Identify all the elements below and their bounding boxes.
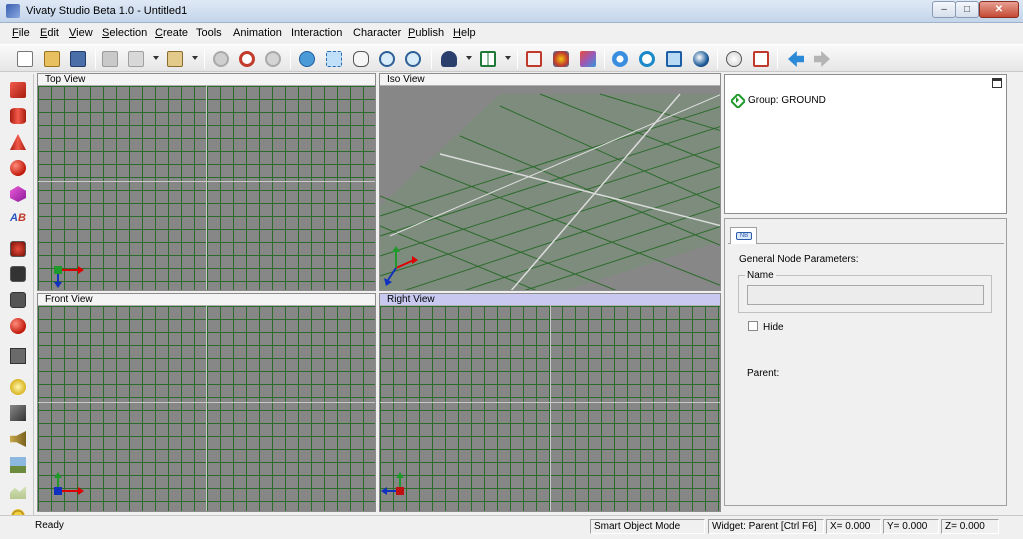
zoom-in-icon[interactable] xyxy=(376,48,398,70)
iso-grid xyxy=(380,86,720,290)
iso-axis-gizmo xyxy=(384,246,418,286)
group-node-icon xyxy=(731,94,745,108)
viewport-top-title: Top View xyxy=(38,74,375,86)
pan-hand-icon[interactable] xyxy=(350,48,372,70)
right-grid xyxy=(380,306,720,511)
menu-publish[interactable]: Publish xyxy=(408,27,444,39)
objects-icon[interactable] xyxy=(577,48,599,70)
copy-icon[interactable] xyxy=(125,48,147,70)
group-red-icon[interactable] xyxy=(8,239,28,259)
menu-animation[interactable]: Animation xyxy=(233,27,282,39)
repeat-icon[interactable] xyxy=(262,48,284,70)
axis-gizmo xyxy=(54,266,84,288)
name-label: Name xyxy=(745,270,776,281)
box-icon[interactable] xyxy=(8,80,28,100)
avatar-icon[interactable] xyxy=(438,48,460,70)
parent-label: Parent: xyxy=(747,368,780,379)
menu-create[interactable]: Create xyxy=(155,27,188,39)
menu-character[interactable]: Character xyxy=(353,27,401,39)
property-tabs: NB xyxy=(728,226,1004,244)
menu-interaction[interactable]: Interaction xyxy=(291,27,342,39)
open-folder-icon[interactable] xyxy=(41,48,63,70)
status-bar: Ready Smart Object Mode Widget: Parent [… xyxy=(0,515,1023,539)
cone-icon[interactable] xyxy=(8,132,28,152)
save-icon[interactable] xyxy=(67,48,89,70)
sphere-icon[interactable] xyxy=(8,158,28,178)
cut-icon[interactable] xyxy=(99,48,121,70)
title-bar: Vivaty Studio Beta 1.0 - Untitled1 – □ ✕ xyxy=(0,0,1023,23)
text-abc-icon[interactable]: AB xyxy=(8,208,28,228)
node-tab-icon: NB xyxy=(736,232,752,240)
light-icon[interactable] xyxy=(8,377,28,397)
light-bulb-icon[interactable] xyxy=(723,48,745,70)
zoom-region-icon[interactable] xyxy=(323,48,345,70)
app-icon xyxy=(6,4,20,18)
close-button[interactable]: ✕ xyxy=(979,1,1019,18)
menu-edit[interactable]: Edit xyxy=(40,27,59,39)
materials-icon[interactable] xyxy=(550,48,572,70)
status-mode: Smart Object Mode xyxy=(590,519,705,534)
group-gray-icon[interactable] xyxy=(8,290,28,310)
back-arrow-icon[interactable] xyxy=(785,48,807,70)
group-dark-icon[interactable] xyxy=(8,264,28,284)
front-axis-gizmo xyxy=(54,472,84,495)
menu-tools[interactable]: Tools xyxy=(196,27,222,39)
zoom-out-icon[interactable] xyxy=(402,48,424,70)
undo-icon[interactable] xyxy=(210,48,232,70)
status-y: Y= 0.000 xyxy=(883,519,939,534)
viewport-top[interactable]: Top View xyxy=(37,73,376,291)
panel-restore-icon[interactable] xyxy=(992,78,1002,88)
status-widget: Widget: Parent [Ctrl F6] xyxy=(708,519,824,534)
layout-grid-icon[interactable] xyxy=(477,48,499,70)
viewport-front-title: Front View xyxy=(38,294,375,306)
paste-icon[interactable] xyxy=(164,48,186,70)
main-toolbar xyxy=(0,44,1023,72)
name-field[interactable] xyxy=(747,285,984,305)
menu-file[interactable]: File xyxy=(12,27,30,39)
viewport-right-title: Right View xyxy=(380,294,720,306)
scene-tree-panel[interactable]: Group: GROUND xyxy=(724,74,1007,214)
group-tree-icon[interactable] xyxy=(8,346,28,366)
navigate-icon[interactable] xyxy=(296,48,318,70)
node-properties-panel: NB General Node Parameters: Name Hide Pa… xyxy=(724,218,1007,506)
section-title: General Node Parameters: xyxy=(739,254,859,265)
rotate-icon[interactable] xyxy=(636,48,658,70)
viewport-front[interactable]: Front View xyxy=(37,293,376,512)
new-file-icon[interactable] xyxy=(14,48,36,70)
move-icon[interactable] xyxy=(609,48,631,70)
publish-icon[interactable] xyxy=(750,48,772,70)
menu-bar: File Edit View Selection Create Tools An… xyxy=(0,23,1023,43)
window-title: Vivaty Studio Beta 1.0 - Untitled1 xyxy=(26,5,188,17)
background-icon[interactable] xyxy=(8,455,28,475)
tab-node[interactable]: NB xyxy=(730,227,757,244)
hide-checkbox[interactable] xyxy=(748,321,758,331)
status-z: Z= 0.000 xyxy=(941,519,999,534)
menu-view[interactable]: View xyxy=(69,27,93,39)
forward-arrow-icon[interactable] xyxy=(811,48,833,70)
red-ball-icon[interactable] xyxy=(8,316,28,336)
right-axis-gizmo xyxy=(381,472,404,495)
viewport-iso[interactable]: Iso View xyxy=(379,73,721,291)
render-icon[interactable] xyxy=(523,48,545,70)
viewport-iso-title: Iso View xyxy=(380,74,720,86)
tree-item-label: Group: GROUND xyxy=(748,95,826,106)
cylinder-icon[interactable] xyxy=(8,106,28,126)
spotlight-icon[interactable] xyxy=(8,403,28,423)
status-x: X= 0.000 xyxy=(826,519,881,534)
redo-icon[interactable] xyxy=(236,48,258,70)
maximize-button[interactable]: □ xyxy=(955,1,979,18)
minimize-button[interactable]: – xyxy=(932,1,956,18)
viewport-right[interactable]: Right View xyxy=(379,293,721,512)
status-ready: Ready xyxy=(35,520,64,531)
polyhedron-icon[interactable] xyxy=(8,184,28,204)
scale-icon[interactable] xyxy=(663,48,685,70)
terrain-icon[interactable] xyxy=(8,481,28,501)
menu-help[interactable]: Help xyxy=(453,27,476,39)
sphere-icon[interactable] xyxy=(690,48,712,70)
sound-icon[interactable] xyxy=(8,429,28,449)
menu-selection[interactable]: Selection xyxy=(102,27,147,39)
hide-label: Hide xyxy=(763,322,784,333)
object-palette: AB xyxy=(0,74,34,530)
